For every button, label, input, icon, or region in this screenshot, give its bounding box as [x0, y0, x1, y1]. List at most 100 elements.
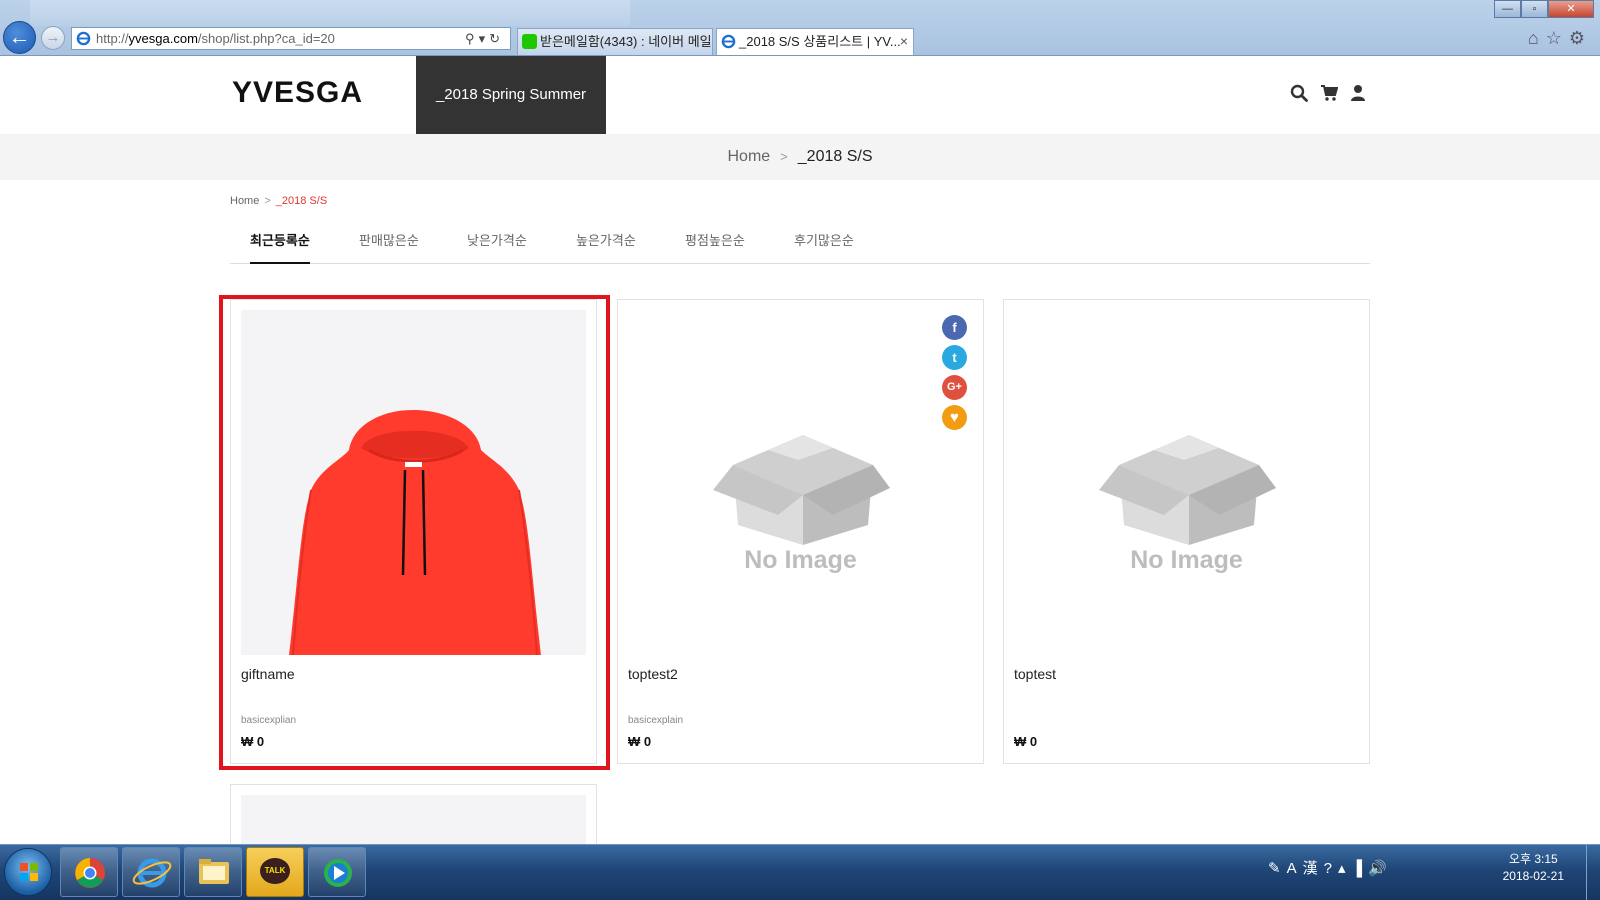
tray-icons[interactable]: ✎A漢?▴▐🔊 [1268, 857, 1393, 878]
close-window-button[interactable]: ✕ [1548, 0, 1594, 18]
sort-tab-low-price[interactable]: 낮은가격순 [467, 226, 527, 264]
wishlist-heart-icon[interactable]: ♥ [942, 405, 967, 430]
ie-page-icon [76, 31, 91, 46]
chrome-icon [75, 858, 105, 888]
tab-label: _2018 S/S 상품리스트 | YV... [739, 34, 901, 49]
taskbar-ie-button[interactable] [122, 847, 180, 897]
sort-tabs: 최근등록순 판매많은순 낮은가격순 높은가격순 평점높은순 후기많은순 [230, 226, 1370, 264]
subhead-current: _2018 S/S [797, 148, 873, 165]
breadcrumb: Home > _2018 S/S [230, 195, 327, 207]
breadcrumb-home[interactable]: Home [230, 195, 259, 207]
taskbar-chrome-button[interactable] [60, 847, 118, 897]
breadcrumb-current[interactable]: _2018 S/S [276, 195, 327, 207]
internet-explorer-icon [132, 858, 172, 888]
ime-icon: ✎ [1268, 860, 1287, 877]
sort-tab-most-reviews[interactable]: 후기많은순 [794, 226, 854, 264]
ie-tab-icon [721, 34, 736, 49]
system-tray: ✎A漢?▴▐🔊 오후 3:15 2018-02-21 [1260, 845, 1600, 900]
product-price: ₩ 0 [628, 734, 652, 749]
volume-icon: 🔊 [1368, 860, 1393, 877]
clock-date: 2018-02-21 [1502, 869, 1564, 883]
product-image-partial[interactable] [241, 795, 586, 844]
no-image-box-icon [713, 435, 890, 545]
googleplus-share-icon[interactable]: G+ [942, 375, 967, 400]
language-a-icon: A [1286, 860, 1303, 877]
hanja-icon: 漢 [1302, 860, 1324, 877]
no-image-label: No Image [744, 546, 857, 574]
address-bar-actions[interactable]: ⚲▾↻ [465, 28, 504, 49]
site-header: YVESGA _2018 Spring Summer [0, 56, 1600, 134]
tray-clock[interactable]: 오후 3:15 2018-02-21 [1503, 851, 1564, 885]
home-icon[interactable]: ⌂ [1528, 28, 1546, 48]
back-button[interactable]: ← [3, 21, 36, 54]
show-desktop-button[interactable] [1586, 845, 1600, 900]
product-card-partial[interactable] [230, 784, 597, 844]
url-prefix: http:// [96, 31, 129, 46]
windows-taskbar: TALK ✎A漢?▴▐🔊 오후 3:15 2018-02-21 [0, 844, 1600, 900]
background-tab-strip [30, 0, 630, 26]
url-host: yvesga.com [128, 31, 198, 46]
favorites-star-icon[interactable]: ☆ [1546, 28, 1569, 48]
address-bar[interactable]: http://yvesga.com/shop/list.php?ca_id=20… [71, 27, 511, 50]
breadcrumb-separator-icon: > [264, 195, 271, 207]
web-page: YVESGA _2018 Spring Summer Home > _2018 S/… [0, 56, 1600, 844]
sort-tab-best-selling[interactable]: 판매많은순 [359, 226, 419, 264]
settings-gear-icon[interactable]: ⚙ [1569, 28, 1592, 48]
header-icons [1290, 84, 1366, 102]
tray-expand-icon: ▴ [1337, 860, 1352, 877]
forward-button[interactable]: → [41, 26, 65, 50]
media-player-icon [324, 859, 352, 887]
cart-icon[interactable] [1320, 84, 1338, 102]
tab-naver-mail[interactable]: 받은메일함(4343) : 네이버 메일 [517, 28, 713, 55]
maximize-button[interactable]: ▫ [1521, 0, 1548, 18]
product-description: basicexplian [241, 715, 297, 726]
sort-tab-recent[interactable]: 최근등록순 [250, 226, 310, 264]
product-image-placeholder[interactable]: No Image [628, 310, 973, 655]
browser-toolbar-icons: ⌂☆⚙ [1528, 28, 1592, 49]
url-path: /shop/list.php?ca_id=20 [197, 31, 335, 46]
help-icon: ? [1323, 860, 1338, 877]
twitter-share-icon[interactable]: t [942, 345, 967, 370]
search-icon[interactable] [1290, 84, 1308, 102]
naver-mail-icon [522, 34, 537, 49]
user-icon[interactable] [1350, 84, 1366, 102]
sort-tab-top-rated[interactable]: 평점높은순 [685, 226, 745, 264]
product-price: ₩ 0 [1014, 734, 1038, 749]
site-logo[interactable]: YVESGA [232, 76, 363, 110]
window-controls: — ▫ ✕ [1494, 0, 1594, 18]
windows-logo-icon [20, 863, 38, 881]
network-icon: ▐ [1351, 860, 1369, 877]
no-image-label: No Image [1130, 546, 1243, 574]
taskbar-explorer-button[interactable] [184, 847, 242, 897]
product-description: basicexplain [628, 715, 684, 726]
nav-item-2018-spring-summer[interactable]: _2018 Spring Summer [416, 56, 606, 134]
kakaotalk-icon: TALK [260, 858, 290, 884]
sort-tab-high-price[interactable]: 높은가격순 [576, 226, 636, 264]
subhead-home-link[interactable]: Home [727, 148, 770, 165]
product-name[interactable]: giftname [241, 666, 295, 682]
product-image-red-hoodie[interactable] [241, 310, 586, 655]
browser-chrome: ← → http://yvesga.com/shop/list.php?ca_i… [0, 0, 1600, 56]
tab-yvesga-list[interactable]: _2018 S/S 상품리스트 | YV... × [716, 28, 914, 55]
taskbar-media-player-button[interactable] [308, 847, 366, 897]
taskbar-kakaotalk-button[interactable]: TALK [246, 847, 304, 897]
product-price: ₩ 0 [241, 734, 265, 749]
tab-close-icon[interactable]: × [900, 29, 908, 54]
product-name[interactable]: toptest [1014, 666, 1056, 682]
category-title-bar: Home > _2018 S/S [0, 134, 1600, 180]
product-card[interactable]: giftname basicexplian ₩ 0 [230, 299, 597, 764]
start-button[interactable] [4, 848, 52, 896]
facebook-share-icon[interactable]: f [942, 315, 967, 340]
red-hoodie-illustration [289, 410, 541, 655]
minimize-button[interactable]: — [1494, 0, 1521, 18]
product-card[interactable]: No Image toptest ₩ 0 [1003, 299, 1370, 764]
subhead-separator-icon: > [780, 149, 788, 164]
folder-icon [199, 859, 229, 884]
product-card[interactable]: No Image f t G+ ♥ toptest2 basicexplain … [617, 299, 984, 764]
product-image-placeholder[interactable]: No Image [1014, 310, 1359, 655]
no-image-box-icon [1099, 435, 1276, 545]
clock-time: 오후 3:15 [1508, 852, 1558, 866]
category-title: Home > _2018 S/S [0, 134, 1600, 180]
tab-label: 받은메일함(4343) : 네이버 메일 [540, 34, 712, 49]
product-name[interactable]: toptest2 [628, 666, 678, 682]
